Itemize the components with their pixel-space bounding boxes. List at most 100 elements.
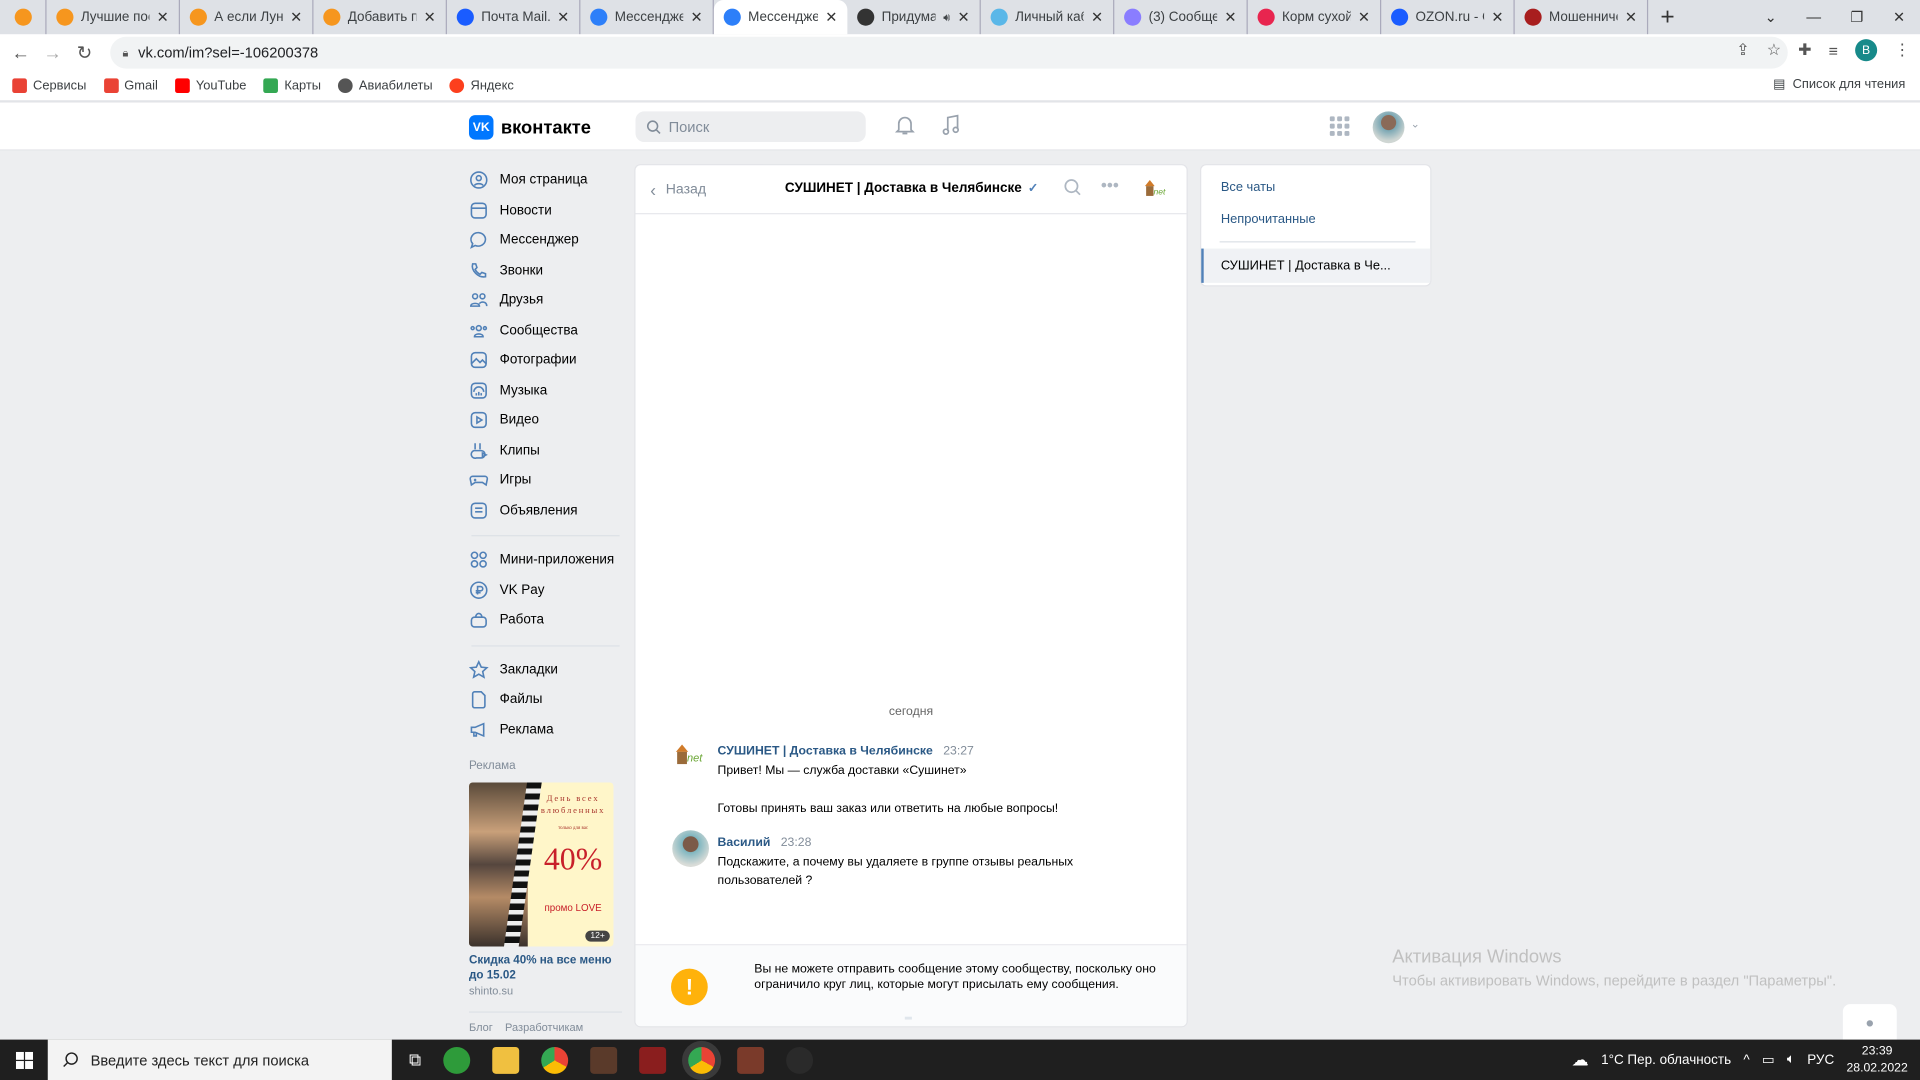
start-button[interactable] xyxy=(0,1040,48,1080)
volume-icon[interactable]: 🔈︎ xyxy=(1787,1052,1795,1068)
user-avatar[interactable] xyxy=(1372,111,1405,144)
back-arrow-icon[interactable]: ← xyxy=(5,42,37,63)
menu-item-files[interactable]: Файлы xyxy=(469,684,622,714)
footer-link-blog[interactable]: Блог xyxy=(469,1021,493,1033)
tab-search-icon[interactable]: ⌄ xyxy=(1765,9,1777,26)
back-button[interactable]: ‹ Назад xyxy=(650,180,706,200)
menu-item-messenger[interactable]: Мессенджер xyxy=(469,225,622,255)
browser-tab[interactable]: Мессенджер ✕ xyxy=(580,0,714,35)
footer-link-developers[interactable]: Разработчикам xyxy=(505,1021,583,1033)
apps-grid-icon[interactable] xyxy=(1329,116,1350,136)
menu-item-classifieds[interactable]: Объявления xyxy=(469,495,622,525)
forward-arrow-icon[interactable]: → xyxy=(37,42,69,63)
browser-tab[interactable]: Мессенджер ✕ xyxy=(713,0,848,35)
taskbar-app-icon[interactable] xyxy=(639,1046,667,1074)
chrome-profile-icon[interactable] xyxy=(688,1046,716,1074)
browser-tab[interactable]: Мошенниче ✕ xyxy=(1515,0,1649,35)
url-input[interactable]: 🔒︎ vk.com/im?sel=-106200378 xyxy=(110,36,1788,69)
menu-item-video[interactable]: Видео xyxy=(469,405,622,435)
bookmark-item[interactable]: YouTube xyxy=(175,78,246,94)
profile-avatar[interactable]: В xyxy=(1855,39,1878,62)
menu-item-ads[interactable]: Реклама xyxy=(469,714,622,744)
menu-item-mini-apps[interactable]: Мини-приложения xyxy=(469,545,622,575)
menu-item-clips[interactable]: Клипы xyxy=(469,435,622,465)
share-icon[interactable]: ⇪ xyxy=(1736,40,1749,60)
network-icon[interactable]: ▭ xyxy=(1762,1052,1775,1068)
media-icon[interactable]: ≡ xyxy=(1829,41,1838,59)
menu-item-vk-pay[interactable]: VK Pay xyxy=(469,575,622,605)
bookmark-item[interactable]: Авиабилеты xyxy=(338,78,433,94)
taskbar-search-input[interactable]: Введите здесь текст для поиска xyxy=(47,1039,392,1080)
browser-tab[interactable]: OZON.ru - О ✕ xyxy=(1381,0,1515,35)
close-window-button[interactable]: ✕ xyxy=(1893,9,1905,26)
file-explorer-icon[interactable] xyxy=(492,1046,520,1074)
menu-item-music[interactable]: Музыка xyxy=(469,375,622,405)
extensions-icon[interactable]: ✚ xyxy=(1798,40,1811,60)
weather-cloud-icon[interactable]: ☁ xyxy=(1572,1049,1589,1070)
bookmark-item[interactable]: Сервисы xyxy=(12,78,86,94)
audio-playing-icon[interactable]: 🔊︎ xyxy=(943,10,950,23)
menu-item-profile[interactable]: Моя страница xyxy=(469,165,622,195)
community-logo-icon[interactable]: net xyxy=(1142,178,1169,200)
chat-title[interactable]: СУШИНЕТ | Доставка в Челябинске ✓ xyxy=(785,181,1038,196)
bookmark-item[interactable]: Gmail xyxy=(103,78,158,94)
browser-tab[interactable]: Личный каб ✕ xyxy=(981,0,1115,35)
reload-icon[interactable]: ↻ xyxy=(69,42,101,64)
browser-tab[interactable]: Придума 🔊︎ ✕ xyxy=(847,0,981,35)
reading-list-button[interactable]: ▤ Список для чтения xyxy=(1773,77,1905,92)
minimize-button[interactable]: — xyxy=(1806,9,1821,26)
close-tab-icon[interactable]: ✕ xyxy=(1091,9,1103,26)
vk-logo[interactable]: VK вконтакте xyxy=(468,115,591,140)
close-tab-icon[interactable]: ✕ xyxy=(825,9,837,26)
close-tab-icon[interactable]: ✕ xyxy=(557,9,569,26)
music-player-icon[interactable] xyxy=(942,114,962,142)
ad-image[interactable]: День всех влюбленных только для вас 40% … xyxy=(468,782,614,947)
community-avatar[interactable]: net xyxy=(672,738,709,776)
taskbar-app-icon[interactable] xyxy=(590,1046,618,1074)
resize-grip-icon[interactable]: ═ xyxy=(905,1013,912,1024)
menu-item-bookmarks[interactable]: Закладки xyxy=(468,654,622,684)
browser-tab[interactable]: Добавить по ✕ xyxy=(313,0,447,35)
close-tab-icon[interactable]: ✕ xyxy=(424,9,436,26)
menu-item-games[interactable]: Игры xyxy=(469,465,622,495)
taskbar-app-icon[interactable] xyxy=(786,1046,814,1074)
more-options-icon[interactable]: ••• xyxy=(1101,175,1119,195)
chat-bubble-button[interactable]: ● xyxy=(1842,1004,1897,1041)
selected-chat-item[interactable]: СУШИНЕТ | Доставка в Че... xyxy=(1201,248,1431,283)
task-view-icon[interactable]: ⧉ xyxy=(409,1049,421,1070)
close-tab-icon[interactable]: ✕ xyxy=(1491,9,1503,26)
close-tab-icon[interactable]: ✕ xyxy=(290,9,302,26)
close-tab-icon[interactable]: ✕ xyxy=(691,9,703,26)
clock[interactable]: 23:39 28.02.2022 xyxy=(1846,1043,1907,1077)
star-icon[interactable]: ☆ xyxy=(1767,40,1781,60)
bookmark-item[interactable]: Карты xyxy=(263,78,321,94)
browser-tab[interactable]: Лучшие пост ✕ xyxy=(47,0,181,35)
close-tab-icon[interactable]: ✕ xyxy=(157,9,169,26)
menu-item-news[interactable]: Новости xyxy=(469,195,622,225)
restore-button[interactable]: ❐ xyxy=(1850,9,1863,26)
ad-title-link[interactable]: Скидка 40% на все меню до 15.02 xyxy=(469,954,622,983)
menu-item-communities[interactable]: Сообщества xyxy=(469,315,622,345)
menu-item-friends[interactable]: Друзья xyxy=(469,285,622,315)
chevron-up-icon[interactable]: ^ xyxy=(1743,1052,1749,1067)
chevron-down-icon[interactable]: ⌄ xyxy=(1411,118,1420,131)
user-avatar-vasiliy[interactable] xyxy=(672,830,709,867)
menu-kebab-icon[interactable]: ⋮ xyxy=(1894,40,1910,60)
vk-search-input[interactable]: Поиск xyxy=(635,111,866,143)
close-tab-icon[interactable]: ✕ xyxy=(957,9,969,26)
language-indicator[interactable]: РУС xyxy=(1807,1052,1834,1067)
close-tab-icon[interactable]: ✕ xyxy=(1224,9,1236,26)
browser-tab[interactable]: (3) Сообщен ✕ xyxy=(1114,0,1248,35)
weather-text[interactable]: 1°C Пер. облачность xyxy=(1601,1052,1731,1067)
close-tab-icon[interactable]: ✕ xyxy=(1625,9,1637,26)
browser-tab[interactable] xyxy=(0,0,47,35)
message-author[interactable]: Василий xyxy=(718,836,771,849)
taskbar-app-icon[interactable] xyxy=(443,1046,471,1074)
browser-tab[interactable]: А если Луна ✕ xyxy=(180,0,314,35)
new-tab-button[interactable]: + xyxy=(1660,3,1674,31)
chat-search-icon[interactable] xyxy=(1064,179,1081,200)
browser-tab[interactable]: Корм сухой ✕ xyxy=(1248,0,1382,35)
filter-all-chats[interactable]: Все чаты xyxy=(1221,180,1275,195)
bookmark-item[interactable]: Яндекс xyxy=(449,78,514,94)
browser-tab[interactable]: Почта Mail.ru ✕ xyxy=(447,0,581,35)
